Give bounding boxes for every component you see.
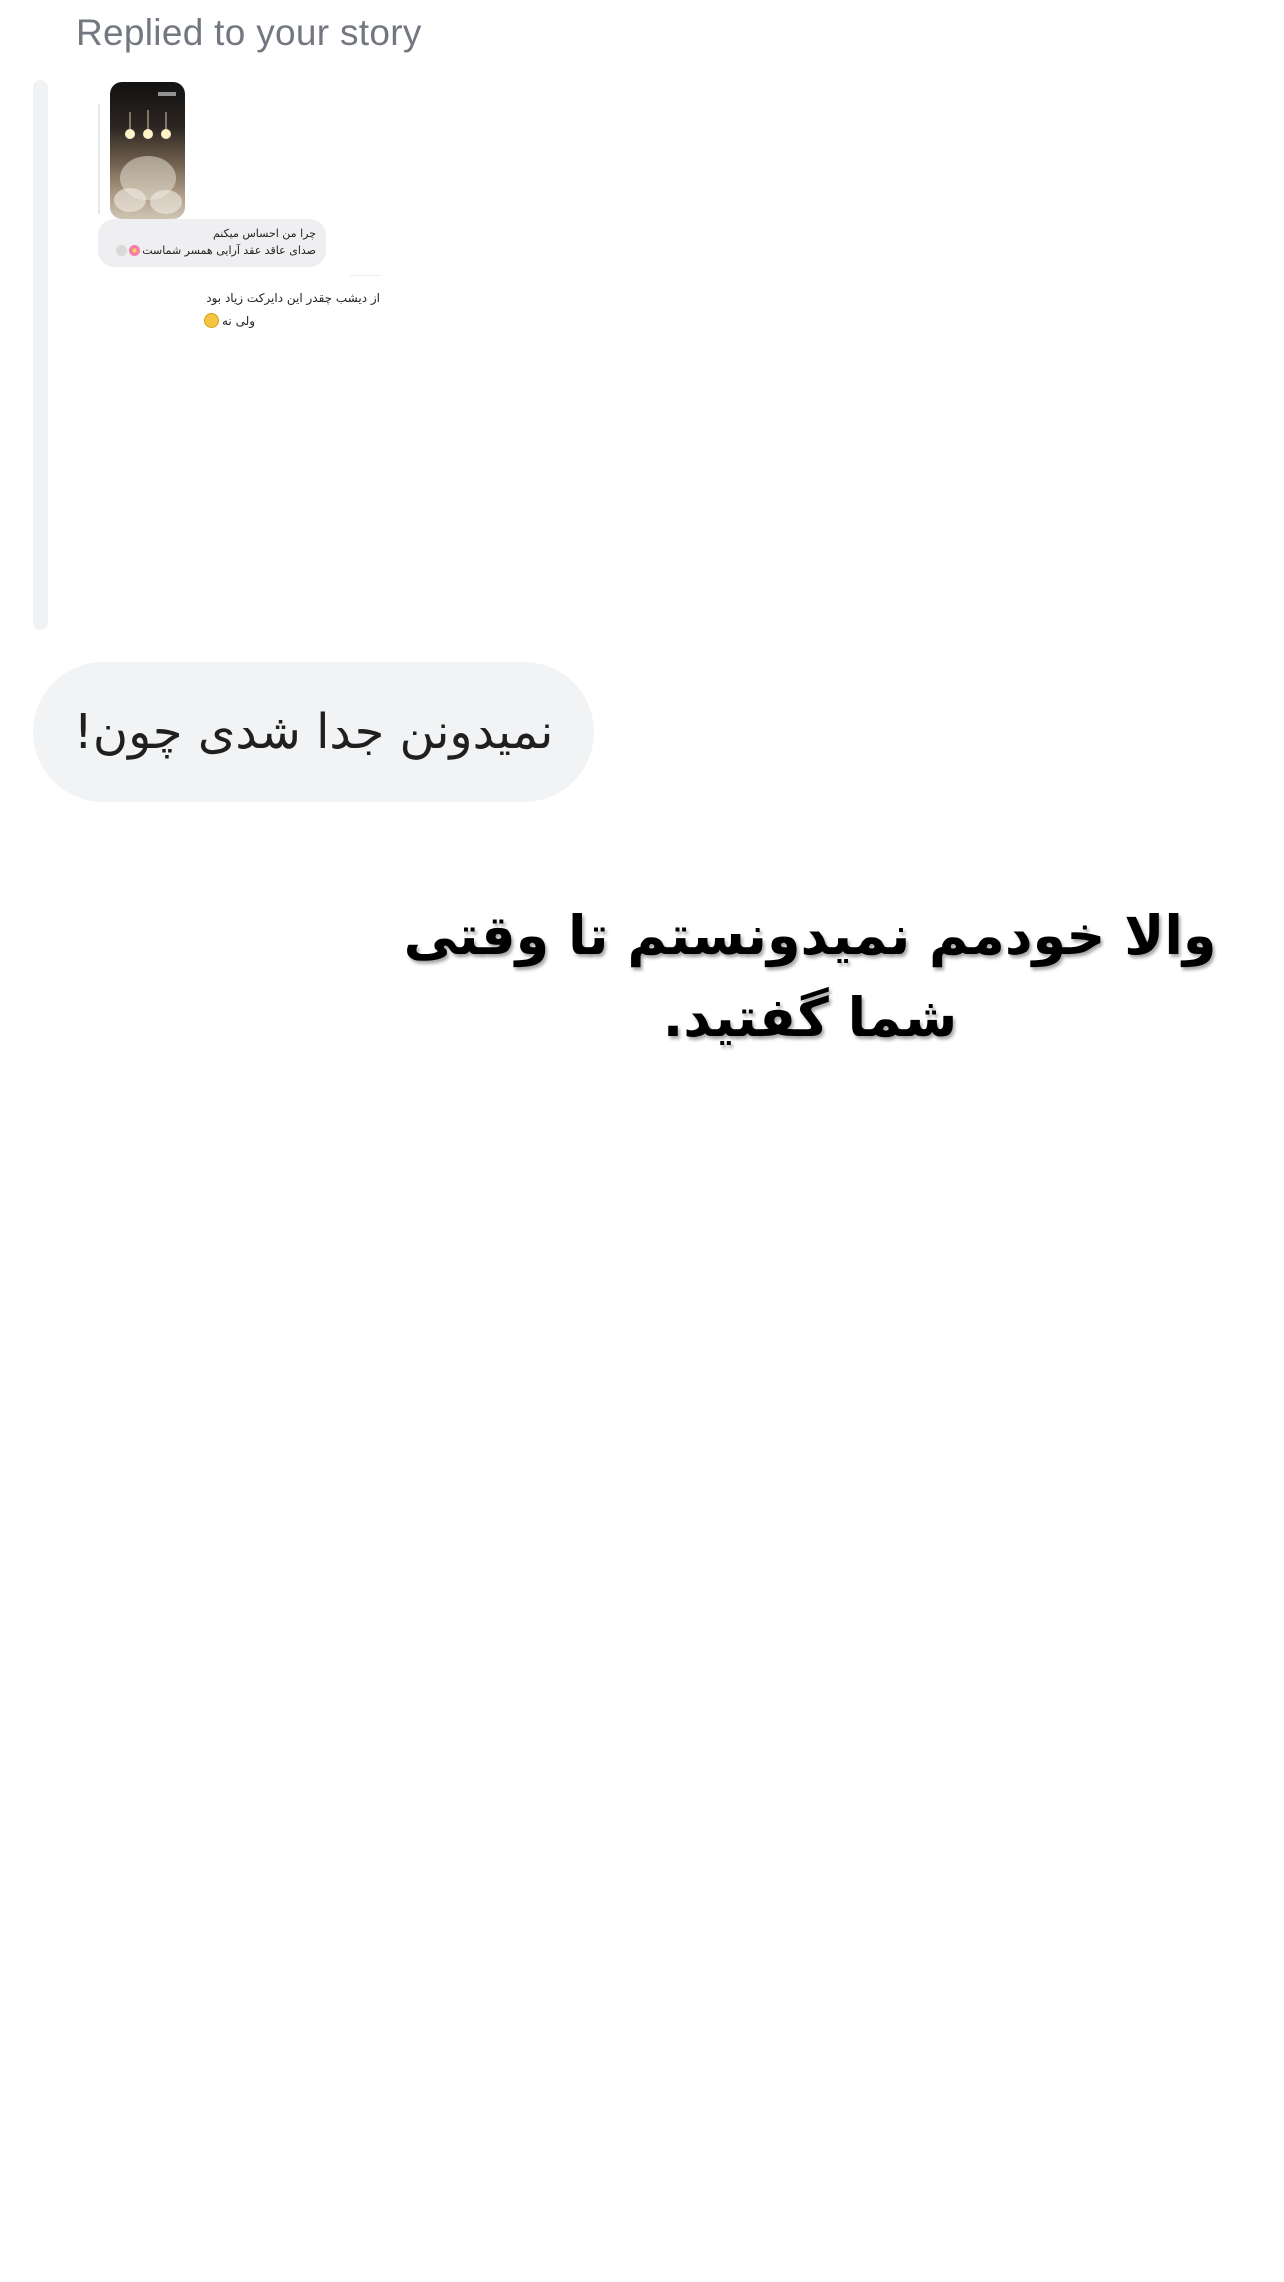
heart-icon: [116, 245, 128, 256]
message-bubble[interactable]: نمیدونن جدا شدی چون!: [33, 662, 594, 802]
message-text: نمیدونن جدا شدی چون!: [73, 704, 554, 760]
story-reply-line2: صدای عاقد عقد آرایی همسر شماست: [142, 244, 316, 257]
story-thumbnail-image: [114, 92, 182, 214]
story-reply-bubble: چرا من احساس میکنم صدای عاقد عقد آرایی ه…: [98, 219, 326, 267]
story-dm-line1: از دیشب چقدر این دایرکت زیاد بود: [206, 291, 380, 305]
story-divider-line: [98, 104, 100, 214]
story-reply-line1: چرا من احساس میکنم: [212, 227, 316, 240]
quote-bar: [33, 80, 48, 630]
smile-emoji-icon: [204, 313, 219, 328]
story-thumbnail[interactable]: [110, 82, 185, 219]
story-preview[interactable]: چرا من احساس میکنم صدای عاقد عقد آرایی ه…: [90, 76, 410, 356]
caption-text: والا خودمم نمیدونستم تا وقتی شما گفتید.: [403, 904, 1217, 1049]
replied-to-story-label: Replied to your story: [76, 12, 422, 53]
story-dm-line2-row: ولی نه: [204, 313, 255, 328]
story-reply-line2-row: صدای عاقد عقد آرایی همسر شماست: [108, 242, 316, 259]
story-divider: [350, 275, 380, 276]
flower-icon: [129, 245, 141, 256]
story-dm-line2: ولی نه: [222, 313, 256, 328]
